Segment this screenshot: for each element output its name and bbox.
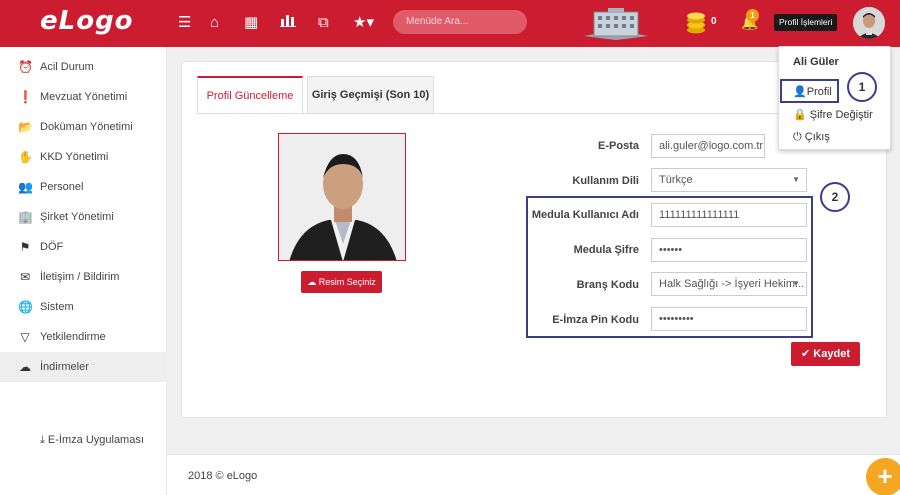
- sidebar-item-kkd[interactable]: ✋ KKD Yönetimi: [0, 142, 167, 172]
- sidebar-item-dokuman[interactable]: 📂 Doküman Yönetimi: [0, 112, 167, 142]
- bar-chart-icon[interactable]: [280, 13, 296, 33]
- add-fab-button[interactable]: +: [866, 458, 900, 495]
- coin-count: 0: [711, 16, 717, 27]
- profile-dropdown: Ali Güler 👤Profil 🔒 Şifre Değiştir ⏻ Çık…: [778, 46, 891, 150]
- sidebar-item-iletisim[interactable]: ✉ İletişim / Bildirim: [0, 262, 167, 292]
- tab-divider: [197, 113, 872, 114]
- sidebar-item-sistem[interactable]: 🌐 Sistem: [0, 292, 167, 322]
- flag-icon: ⚑: [19, 240, 31, 254]
- sidebar-item-dof[interactable]: ⚑ DÖF: [0, 232, 167, 262]
- callout-1: 1: [847, 72, 877, 102]
- notification-badge: 1: [746, 9, 759, 22]
- callout-2: 2: [820, 182, 850, 212]
- upload-cloud-icon: ☁: [307, 277, 319, 287]
- users-icon: 👥: [18, 180, 33, 194]
- menu-search-input[interactable]: Menüde Ara...: [393, 10, 527, 34]
- star-favorites-icon[interactable]: ★▾: [353, 13, 374, 33]
- menu-item-cikis[interactable]: ⏻ Çıkış: [793, 131, 830, 144]
- email-label: E-Posta: [598, 140, 639, 152]
- user-icon: 👤: [793, 86, 807, 98]
- exclamation-icon: ❗: [18, 90, 33, 104]
- sidebar-subitem-e-imza[interactable]: ⤓ E-İmza Uygulaması: [40, 434, 144, 447]
- sidebar-item-yetkilendirme[interactable]: ▽ Yetkilendirme: [0, 322, 167, 352]
- plus-icon: +: [877, 461, 893, 491]
- dropdown-user-name: Ali Güler: [793, 56, 839, 68]
- menu-item-profil[interactable]: 👤Profil: [793, 85, 832, 98]
- alarm-clock-icon: ⏰: [18, 60, 33, 74]
- company-building-icon[interactable]: [578, 6, 654, 40]
- building-icon: 🏢: [18, 210, 33, 224]
- highlight-frame-medula: [526, 196, 813, 338]
- calendar-icon[interactable]: ▦: [244, 13, 258, 33]
- profile-actions-button[interactable]: Profil İşlemleri: [774, 14, 838, 31]
- tab-profil-guncelleme[interactable]: Profil Güncelleme: [197, 76, 303, 113]
- profile-photo: [278, 133, 406, 261]
- lock-icon: 🔒: [793, 109, 810, 121]
- sidebar-item-sirket[interactable]: 🏢 Şirket Yönetimi: [0, 202, 167, 232]
- language-select[interactable]: Türkçe ▼: [651, 168, 807, 192]
- sidebar-item-personel[interactable]: 👥 Personel: [0, 172, 167, 202]
- menu-item-sifre-degistir[interactable]: 🔒 Şifre Değiştir: [793, 108, 873, 121]
- globe-icon: 🌐: [18, 300, 33, 314]
- hamburger-menu-icon[interactable]: ☰: [178, 13, 191, 33]
- filter-icon: ▽: [20, 330, 30, 344]
- cloud-download-icon: ☁: [19, 360, 31, 374]
- tab-giris-gecmisi[interactable]: Giriş Geçmişi (Son 10): [307, 76, 434, 113]
- power-icon: ⏻: [793, 131, 805, 143]
- dropdown-arrow-icon: ▼: [792, 175, 800, 184]
- save-button[interactable]: ✔ Kaydet: [791, 342, 860, 366]
- footer-copyright: 2018 © eLogo: [188, 470, 258, 482]
- copy-icon[interactable]: ⧉: [318, 13, 329, 33]
- sidebar-item-indirmeler[interactable]: ☁ İndirmeler: [0, 352, 167, 382]
- coins-icon[interactable]: [686, 12, 706, 34]
- top-navbar: eLogo ☰ ⌂ ▦ ⧉ ★▾ Menüde Ara... 0 🔔 1 Pro…: [0, 0, 900, 47]
- sidebar-item-mevzuat[interactable]: ❗ Mevzuat Yönetimi: [0, 82, 167, 112]
- download-icon: ⤓: [40, 434, 48, 446]
- envelope-icon: ✉: [19, 270, 31, 284]
- user-avatar[interactable]: [853, 7, 885, 39]
- choose-photo-button[interactable]: ☁ Resim Seçiniz: [301, 271, 382, 293]
- sidebar: ⏰ Acil Durum ❗ Mevzuat Yönetimi 📂 Doküman Y…: [0, 47, 167, 495]
- home-icon[interactable]: ⌂: [210, 13, 219, 33]
- language-label: Kullanım Dili: [572, 175, 639, 187]
- sidebar-item-acil-durum[interactable]: ⏰ Acil Durum: [0, 52, 167, 82]
- email-field[interactable]: ali.guler@logo.com.tr: [651, 134, 765, 158]
- hand-icon: ✋: [18, 150, 33, 164]
- footer: 2018 © eLogo: [167, 454, 900, 495]
- elogo-logo[interactable]: eLogo: [40, 6, 134, 36]
- check-icon: ✔: [801, 348, 814, 360]
- folder-icon: 📂: [18, 120, 33, 134]
